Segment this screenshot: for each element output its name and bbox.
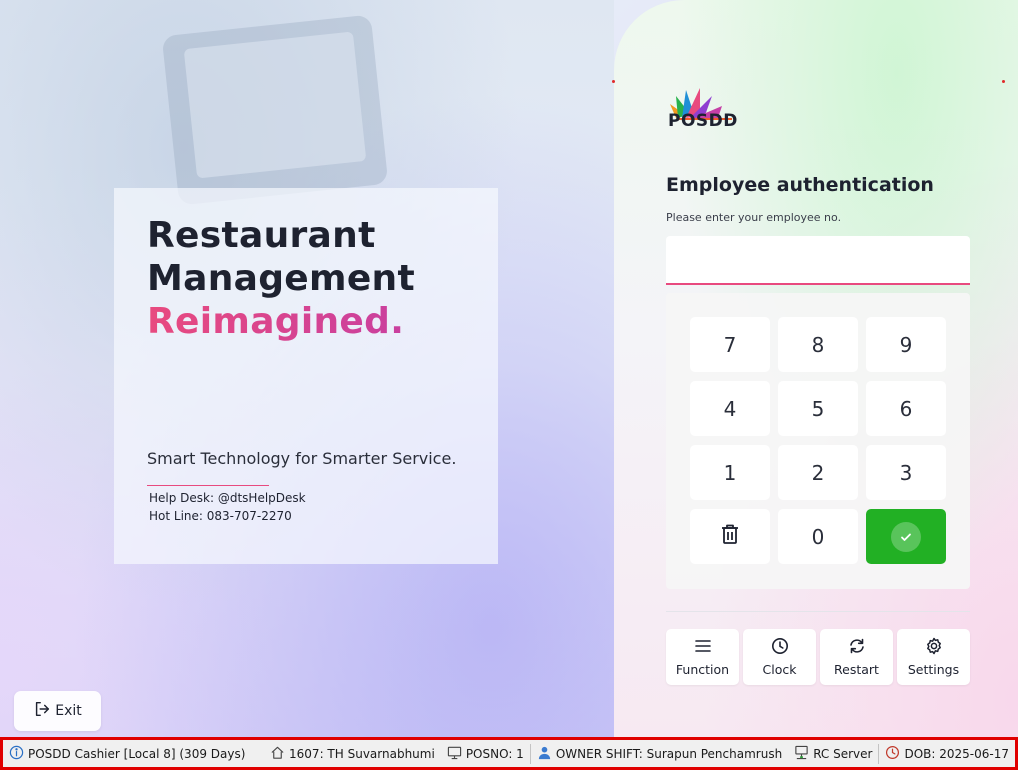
clock-icon bbox=[771, 637, 789, 658]
headline-accent: Reimagined. bbox=[147, 300, 415, 343]
status-owner-shift: OWNER SHIFT: Surapun Penchamrush bbox=[531, 740, 788, 767]
settings-button[interactable]: Settings bbox=[897, 629, 970, 685]
info-icon bbox=[9, 745, 24, 763]
brand-name: POSDD bbox=[668, 111, 738, 131]
status-bar: POSDD Cashier [Local 8] (309 Days) 1607:… bbox=[0, 737, 1018, 770]
employee-number-input[interactable] bbox=[666, 236, 970, 285]
clock-label: Clock bbox=[762, 662, 797, 677]
status-server-text: RC Server bbox=[813, 746, 873, 761]
status-dob-text: DOB: 2025-06-17 bbox=[904, 746, 1009, 761]
status-posno: POSNO: 1 bbox=[441, 740, 530, 767]
help-desk-text: Help Desk: @dtsHelpDesk bbox=[149, 491, 306, 505]
key-7[interactable]: 7 bbox=[690, 317, 770, 372]
key-6[interactable]: 6 bbox=[866, 381, 946, 436]
status-posno-text: POSNO: 1 bbox=[465, 746, 524, 761]
auth-title: Employee authentication bbox=[666, 174, 934, 196]
headline-line-1: Restaurant bbox=[147, 215, 376, 256]
trash-icon bbox=[721, 524, 739, 549]
exit-button[interactable]: Exit bbox=[14, 691, 101, 731]
key-8[interactable]: 8 bbox=[778, 317, 858, 372]
key-4[interactable]: 4 bbox=[690, 381, 770, 436]
status-dob: DOB: 2025-06-17 bbox=[879, 740, 1015, 767]
check-icon bbox=[891, 521, 921, 552]
key-1[interactable]: 1 bbox=[690, 445, 770, 500]
restart-label: Restart bbox=[834, 662, 879, 677]
restart-button[interactable]: Restart bbox=[820, 629, 893, 685]
delete-button[interactable] bbox=[690, 509, 770, 564]
headline-line-2: Management bbox=[147, 258, 415, 299]
function-button[interactable]: Function bbox=[666, 629, 739, 685]
status-owner-shift-text: OWNER SHIFT: Surapun Penchamrush bbox=[555, 746, 783, 761]
status-branch-text: 1607: TH Suvarnabhumi bbox=[289, 746, 435, 761]
hot-line-text: Hot Line: 083-707-2270 bbox=[149, 509, 292, 523]
exit-label: Exit bbox=[55, 703, 82, 719]
settings-label: Settings bbox=[907, 662, 960, 677]
tools-divider bbox=[666, 611, 970, 612]
hero-headline: Restaurant Management Reimagined. bbox=[147, 214, 415, 343]
auth-subtitle: Please enter your employee no. bbox=[666, 211, 842, 224]
refresh-icon bbox=[848, 637, 866, 658]
background-monitor-screen bbox=[183, 31, 367, 179]
home-icon bbox=[270, 745, 285, 763]
confirm-button[interactable] bbox=[866, 509, 946, 564]
gear-icon bbox=[925, 637, 943, 658]
function-label: Function bbox=[675, 662, 730, 677]
status-app: POSDD Cashier [Local 8] (309 Days) bbox=[3, 740, 251, 767]
user-icon bbox=[537, 745, 552, 763]
clock-button[interactable]: Clock bbox=[743, 629, 816, 685]
server-network-icon bbox=[794, 745, 809, 763]
status-app-text: POSDD Cashier [Local 8] (309 Days) bbox=[28, 746, 246, 761]
status-branch: 1607: TH Suvarnabhumi bbox=[264, 740, 441, 767]
hero-tagline: Smart Technology for Smarter Service. bbox=[147, 449, 457, 468]
clock-icon bbox=[885, 745, 900, 763]
menu-icon bbox=[694, 637, 712, 658]
key-3[interactable]: 3 bbox=[866, 445, 946, 500]
corner-dot-right bbox=[1002, 80, 1005, 83]
key-5[interactable]: 5 bbox=[778, 381, 858, 436]
key-2[interactable]: 2 bbox=[778, 445, 858, 500]
tagline-divider bbox=[147, 485, 269, 486]
corner-dot-left bbox=[612, 80, 615, 83]
key-0[interactable]: 0 bbox=[778, 509, 858, 564]
status-server: RC Server bbox=[788, 740, 878, 767]
key-9[interactable]: 9 bbox=[866, 317, 946, 372]
exit-icon bbox=[33, 700, 51, 722]
monitor-icon bbox=[447, 745, 462, 763]
